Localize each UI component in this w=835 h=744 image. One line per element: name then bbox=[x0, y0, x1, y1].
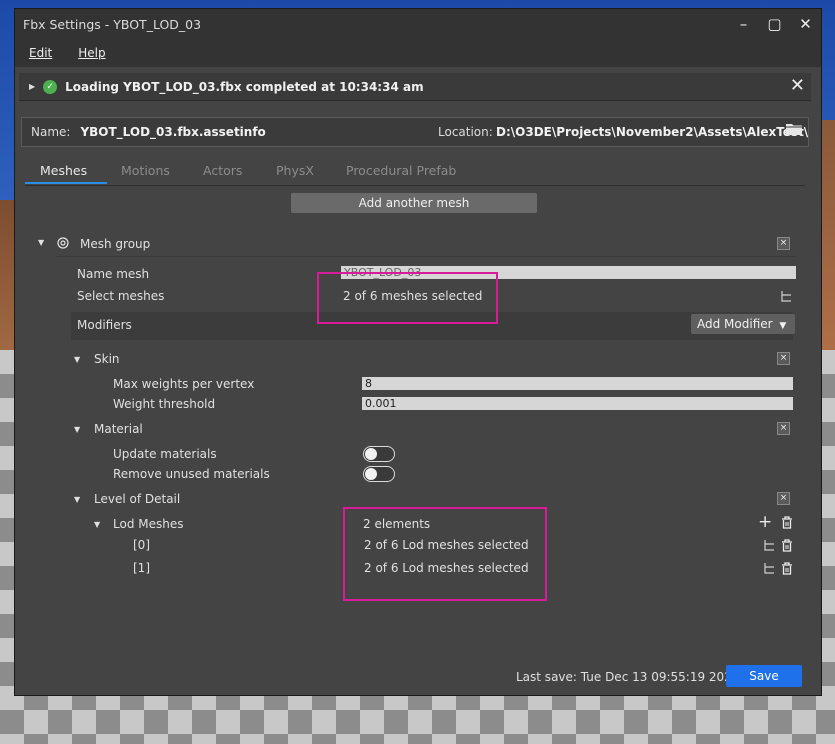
update-materials-label: Update materials bbox=[113, 447, 217, 461]
collapse-skin-icon[interactable]: ▼ bbox=[74, 355, 80, 364]
dropdown-arrow-icon: ▼ bbox=[779, 321, 787, 331]
highlight-box-lod-meshes bbox=[343, 507, 547, 601]
location-label: Location: bbox=[438, 125, 493, 139]
name-label: Name: bbox=[31, 125, 71, 139]
tree-select-icon[interactable] bbox=[780, 290, 793, 303]
tab-meshes[interactable]: Meshes bbox=[40, 163, 87, 178]
location-value: D:\O3DE\Projects\November2\Assets\AlexTe… bbox=[496, 125, 809, 139]
max-weights-input[interactable]: 8 bbox=[362, 377, 793, 390]
lod-title: Level of Detail bbox=[94, 492, 181, 506]
mesh-group-title: Mesh group bbox=[80, 237, 151, 251]
collapse-mesh-group-icon[interactable]: ▼ bbox=[38, 238, 44, 247]
menu-bar: Edit Help bbox=[15, 39, 821, 67]
close-notification-icon[interactable]: ✕ bbox=[790, 75, 805, 96]
max-weights-label: Max weights per vertex bbox=[113, 377, 255, 391]
title-bar[interactable]: Fbx Settings - YBOT_LOD_03 – ▢ ✕ bbox=[15, 9, 821, 39]
active-tab-indicator bbox=[25, 182, 107, 184]
menu-edit[interactable]: Edit bbox=[29, 46, 52, 60]
remove-mesh-group-icon[interactable]: × bbox=[777, 237, 790, 250]
window-controls: – ▢ ✕ bbox=[728, 9, 821, 39]
folder-icon[interactable] bbox=[786, 123, 802, 135]
lod-item-0-label: [0] bbox=[133, 538, 150, 552]
update-materials-toggle[interactable] bbox=[363, 446, 395, 462]
mesh-group-header bbox=[56, 234, 796, 257]
mesh-group-icon bbox=[57, 237, 69, 249]
remove-lod-icon[interactable]: × bbox=[777, 492, 790, 505]
add-element-icon[interactable]: + bbox=[758, 512, 772, 532]
tab-actors[interactable]: Actors bbox=[203, 163, 242, 178]
weight-threshold-label: Weight threshold bbox=[113, 397, 216, 411]
tree-select-icon[interactable] bbox=[763, 539, 776, 552]
notification-message: Loading YBOT_LOD_03.fbx completed at 10:… bbox=[65, 79, 424, 94]
lod-meshes-label: Lod Meshes bbox=[113, 517, 184, 531]
trash-icon[interactable] bbox=[781, 562, 793, 575]
tab-bar: Meshes Motions Actors PhysX Procedural P… bbox=[25, 159, 805, 186]
toggle-knob bbox=[365, 468, 377, 480]
menu-help[interactable]: Help bbox=[78, 46, 105, 60]
collapse-material-icon[interactable]: ▼ bbox=[74, 425, 80, 434]
window-title: Fbx Settings - YBOT_LOD_03 bbox=[23, 16, 202, 32]
add-another-mesh-button[interactable]: Add another mesh bbox=[291, 193, 537, 213]
lod-item-1-label: [1] bbox=[133, 561, 150, 575]
asset-info-bar: Name: YBOT_LOD_03.fbx.assetinfo Location… bbox=[21, 117, 809, 147]
select-meshes-label: Select meshes bbox=[77, 289, 165, 303]
highlight-box-select-meshes bbox=[317, 272, 498, 324]
modifiers-label: Modifiers bbox=[77, 318, 132, 332]
tab-procedural-prefab[interactable]: Procedural Prefab bbox=[346, 163, 456, 178]
weight-threshold-input[interactable]: 0.001 bbox=[362, 397, 793, 410]
add-modifier-button[interactable]: Add Modifier ▼ bbox=[691, 314, 795, 334]
maximize-icon[interactable]: ▢ bbox=[759, 9, 790, 39]
tab-physx[interactable]: PhysX bbox=[276, 163, 314, 178]
skin-title: Skin bbox=[94, 352, 120, 366]
expand-caret-icon[interactable]: ▶ bbox=[29, 82, 35, 91]
collapse-lod-meshes-icon[interactable]: ▼ bbox=[94, 520, 100, 529]
material-title: Material bbox=[94, 422, 143, 436]
save-button[interactable]: Save bbox=[726, 665, 802, 687]
trash-icon[interactable] bbox=[781, 516, 793, 529]
remove-unused-materials-label: Remove unused materials bbox=[113, 467, 270, 481]
remove-skin-icon[interactable]: × bbox=[777, 352, 790, 365]
tab-motions[interactable]: Motions bbox=[121, 163, 170, 178]
last-save-text: Last save: Tue Dec 13 09:55:19 2022 bbox=[516, 670, 740, 684]
minimize-icon[interactable]: – bbox=[728, 9, 759, 39]
fbx-settings-window: Fbx Settings - YBOT_LOD_03 – ▢ ✕ Edit He… bbox=[14, 8, 822, 696]
tree-select-icon[interactable] bbox=[763, 562, 776, 575]
name-mesh-label: Name mesh bbox=[77, 267, 150, 281]
name-value: YBOT_LOD_03.fbx.assetinfo bbox=[80, 125, 266, 139]
remove-unused-materials-toggle[interactable] bbox=[363, 466, 395, 482]
close-icon[interactable]: ✕ bbox=[790, 9, 821, 39]
collapse-lod-icon[interactable]: ▼ bbox=[74, 495, 80, 504]
check-circle-icon: ✓ bbox=[43, 79, 58, 94]
notification-bar: ▶ ✓ Loading YBOT_LOD_03.fbx completed at… bbox=[19, 73, 811, 101]
toggle-knob bbox=[365, 448, 377, 460]
trash-icon[interactable] bbox=[781, 539, 793, 552]
add-modifier-label: Add Modifier bbox=[697, 317, 773, 331]
remove-material-icon[interactable]: × bbox=[777, 422, 790, 435]
